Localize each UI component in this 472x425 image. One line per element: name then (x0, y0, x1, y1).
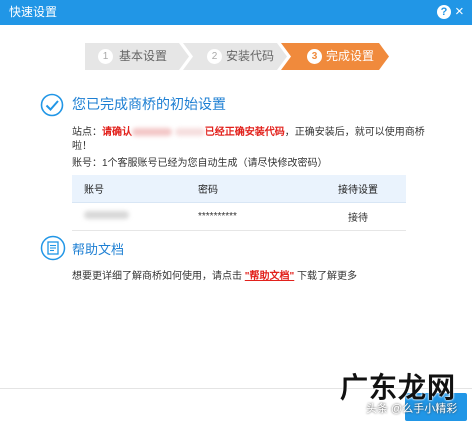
step-install-code: 2 安装代码 (183, 43, 287, 70)
account-cell (72, 202, 186, 231)
title-bar: 快速设置 ? × (0, 0, 472, 25)
step-label: 基本设置 (119, 49, 168, 63)
help-docs-text: 想要更详细了解商桥如何使用，请点击 "帮助文档" 下载了解更多 (72, 271, 357, 283)
help-icon[interactable]: ? (437, 5, 451, 19)
account-table: 账号 密码 接待设置 ********** 接待 (72, 175, 406, 231)
step-label: 安装代码 (226, 49, 275, 63)
site-prefix: 站点： (72, 127, 102, 138)
help-text-before: 想要更详细了解商桥如何使用，请点击 (72, 271, 242, 282)
step-basic-settings: 1 基本设置 (85, 43, 189, 70)
document-icon (40, 235, 66, 261)
watermark-logo-text: 广东龙网 (340, 371, 457, 404)
step-number: 2 (207, 49, 222, 64)
redacted-site-url (174, 128, 205, 137)
step-finish-settings: 3 完成设置 (281, 43, 389, 70)
quick-setup-dialog: 快速设置 ? × 1 基本设置 2 安装代码 3 完成设置 您已完成商桥的初始设… (0, 0, 472, 425)
site-warning-installed: 已经正确安装代码 (204, 127, 285, 138)
help-docs-link[interactable]: "帮助文档" (245, 271, 294, 282)
step-number: 1 (98, 49, 113, 64)
step-label: 完成设置 (326, 49, 375, 63)
completion-title: 您已完成商桥的初始设置 (72, 96, 226, 112)
account-note: 账号：1个客服账号已经为您自动生成（请尽快修改密码） (72, 158, 328, 169)
help-text-after: 下载了解更多 (297, 271, 358, 282)
column-header-password: 密码 (186, 175, 310, 203)
table-header-row: 账号 密码 接待设置 (72, 175, 406, 203)
check-circle-icon (40, 93, 64, 117)
column-header-reception: 接待设置 (310, 175, 406, 203)
watermark-author: 头条 @么手小精彩 (366, 403, 458, 415)
redacted-account (84, 210, 129, 219)
dialog-title: 快速设置 (9, 5, 58, 19)
help-docs-title: 帮助文档 (72, 242, 125, 257)
table-row: ********** 接待 (72, 202, 406, 231)
step-progress: 1 基本设置 2 安装代码 3 完成设置 (85, 43, 390, 70)
step-number: 3 (307, 49, 322, 64)
password-cell: ********** (186, 202, 310, 231)
reception-cell[interactable]: 接待 (310, 202, 406, 231)
close-icon[interactable]: × (455, 3, 464, 20)
site-status-text: 站点：请确认 已经正确安装代码，正确安装后，就可以使用商桥啦！ (72, 126, 442, 154)
column-header-account: 账号 (72, 175, 186, 203)
watermark: 广东龙网 头条 @么手小精彩 (338, 372, 472, 425)
site-warning-confirm: 请确认 (102, 127, 132, 138)
redacted-site-url (132, 128, 172, 137)
